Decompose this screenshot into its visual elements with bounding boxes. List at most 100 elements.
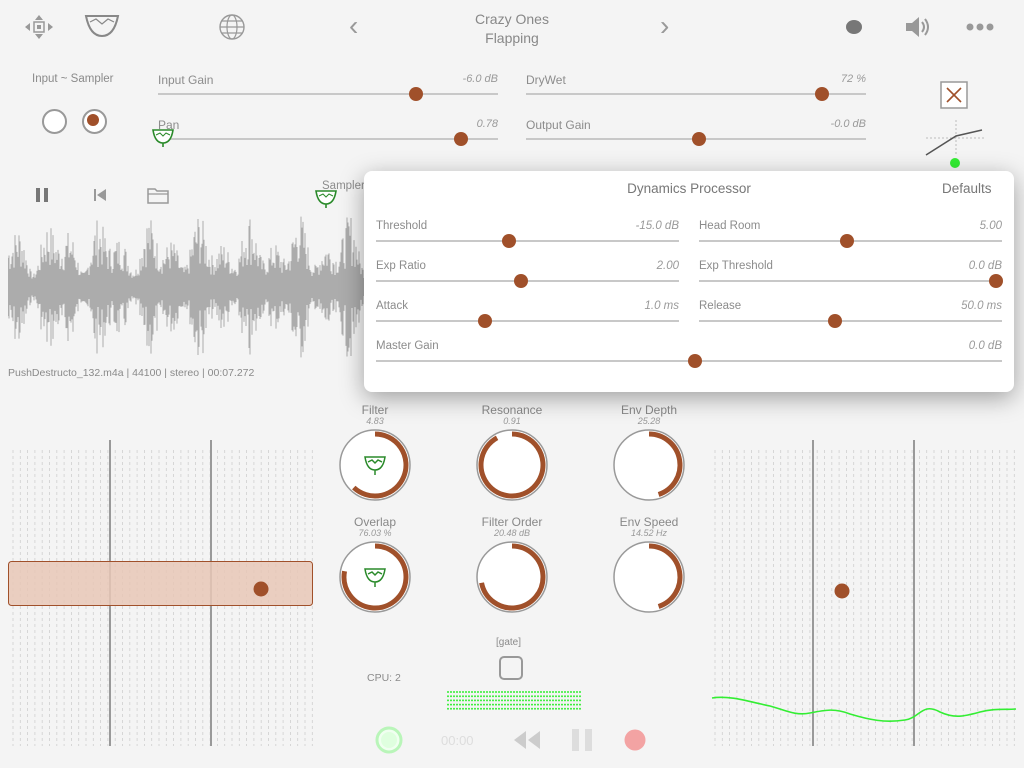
knob-dial[interactable]: [337, 539, 413, 615]
meter-dot: [468, 699, 470, 702]
pause-icon[interactable]: [570, 727, 594, 753]
meter-dot: [549, 695, 551, 698]
meter-dot: [507, 707, 509, 710]
meter-dot: [501, 695, 503, 698]
release-thumb[interactable]: [828, 314, 843, 328]
meter-dot: [549, 691, 551, 693]
meter-dot: [567, 695, 569, 698]
right-xy-pad[interactable]: [710, 440, 1018, 746]
output-gain-thumb[interactable]: [692, 132, 707, 146]
next-preset-button[interactable]: ›: [660, 12, 669, 40]
meter-dot: [462, 695, 464, 698]
meter-dot: [447, 691, 449, 693]
input-gain-thumb[interactable]: [409, 87, 424, 101]
move-icon[interactable]: [24, 14, 54, 40]
rewind-icon[interactable]: [512, 729, 542, 751]
meter-dot: [525, 707, 527, 710]
knob-dial[interactable]: [474, 427, 550, 503]
sampler-filter-icon[interactable]: [314, 188, 338, 210]
input-radio[interactable]: [42, 109, 67, 134]
meter-dot: [540, 699, 542, 702]
meter-dot: [537, 707, 539, 710]
meter-dot: [579, 691, 581, 693]
skip-back-icon[interactable]: [92, 187, 108, 203]
head-room-thumb[interactable]: [840, 234, 855, 248]
meter-dot: [483, 707, 485, 710]
knob-dial[interactable]: [611, 427, 687, 503]
meter-dot: [552, 707, 554, 710]
prev-preset-button[interactable]: ‹: [349, 12, 358, 40]
exp-threshold-thumb[interactable]: [988, 274, 1003, 288]
exp-ratio-thumb[interactable]: [514, 274, 529, 288]
input-gain-label: Input Gain: [158, 73, 214, 87]
input-gain-slider[interactable]: [158, 87, 498, 101]
meter-dot: [561, 707, 563, 710]
meter-dot: [498, 703, 500, 706]
exp-threshold-slider[interactable]: [699, 274, 1003, 288]
meter-dot: [447, 695, 449, 698]
pan-slider[interactable]: [158, 132, 498, 146]
output-gain-slider[interactable]: [526, 132, 866, 146]
meter-dot: [561, 703, 563, 706]
knob-ring: [613, 429, 685, 501]
master-gain-slider[interactable]: [376, 354, 1002, 368]
attack-thumb[interactable]: [478, 314, 493, 328]
meter-dot: [471, 703, 473, 706]
release-slider[interactable]: [699, 314, 1002, 328]
knob-ring: [339, 541, 411, 613]
meter-dot: [522, 703, 524, 706]
meter-dot: [498, 699, 500, 702]
meter-dot: [525, 703, 527, 706]
head-room-slider[interactable]: [699, 234, 1002, 248]
threshold-slider[interactable]: [376, 234, 679, 248]
attack-slider[interactable]: [376, 314, 679, 328]
defaults-button[interactable]: Defaults: [942, 181, 992, 196]
meter-dot: [570, 707, 572, 710]
left-xy-pad[interactable]: [8, 440, 314, 746]
knob-label: Filter Order: [481, 515, 543, 529]
meter-dot: [573, 699, 575, 702]
meter-dot: [561, 695, 563, 698]
sampler-radio[interactable]: [82, 109, 107, 134]
meter-dot: [531, 695, 533, 698]
meter-dot: [558, 699, 560, 702]
meter-dot: [516, 703, 518, 706]
meter-dot: [456, 691, 458, 693]
level-meter: [447, 691, 581, 710]
close-box-icon[interactable]: [939, 80, 969, 110]
exp-ratio-slider[interactable]: [376, 274, 679, 288]
folder-icon[interactable]: [146, 185, 170, 205]
knob-dial[interactable]: [474, 539, 550, 615]
speaker-icon[interactable]: [904, 15, 932, 39]
meter-dot: [552, 691, 554, 693]
pause-icon[interactable]: [34, 186, 50, 204]
play-ring-icon[interactable]: [374, 725, 404, 755]
waveform-display[interactable]: [8, 210, 366, 365]
drywet-thumb[interactable]: [814, 87, 829, 101]
meter-dot: [501, 707, 503, 710]
meter-dot: [513, 707, 515, 710]
exp-threshold-label: Exp Threshold: [699, 260, 773, 272]
meter-dot: [567, 691, 569, 693]
meter-dot: [531, 703, 533, 706]
gate-toggle[interactable]: [499, 656, 523, 680]
meter-dot: [456, 703, 458, 706]
meter-dot: [519, 699, 521, 702]
knob-dial[interactable]: [611, 539, 687, 615]
filter-shape-icon[interactable]: [84, 12, 120, 40]
record-icon[interactable]: [623, 728, 647, 752]
globe-icon[interactable]: [218, 13, 246, 41]
more-icon[interactable]: [965, 22, 995, 32]
meter-dot: [540, 691, 542, 693]
meter-dot: [477, 695, 479, 698]
threshold-thumb[interactable]: [502, 234, 517, 248]
drywet-slider[interactable]: [526, 87, 866, 101]
dynamics-curve-icon[interactable]: [924, 118, 986, 170]
meter-dot: [492, 695, 494, 698]
record-dot-icon[interactable]: [845, 19, 863, 35]
pan-thumb[interactable]: [453, 132, 468, 146]
knob-dial[interactable]: [337, 427, 413, 503]
meter-dot: [486, 699, 488, 702]
master-gain-thumb[interactable]: [688, 354, 703, 368]
meter-dot: [447, 699, 449, 702]
